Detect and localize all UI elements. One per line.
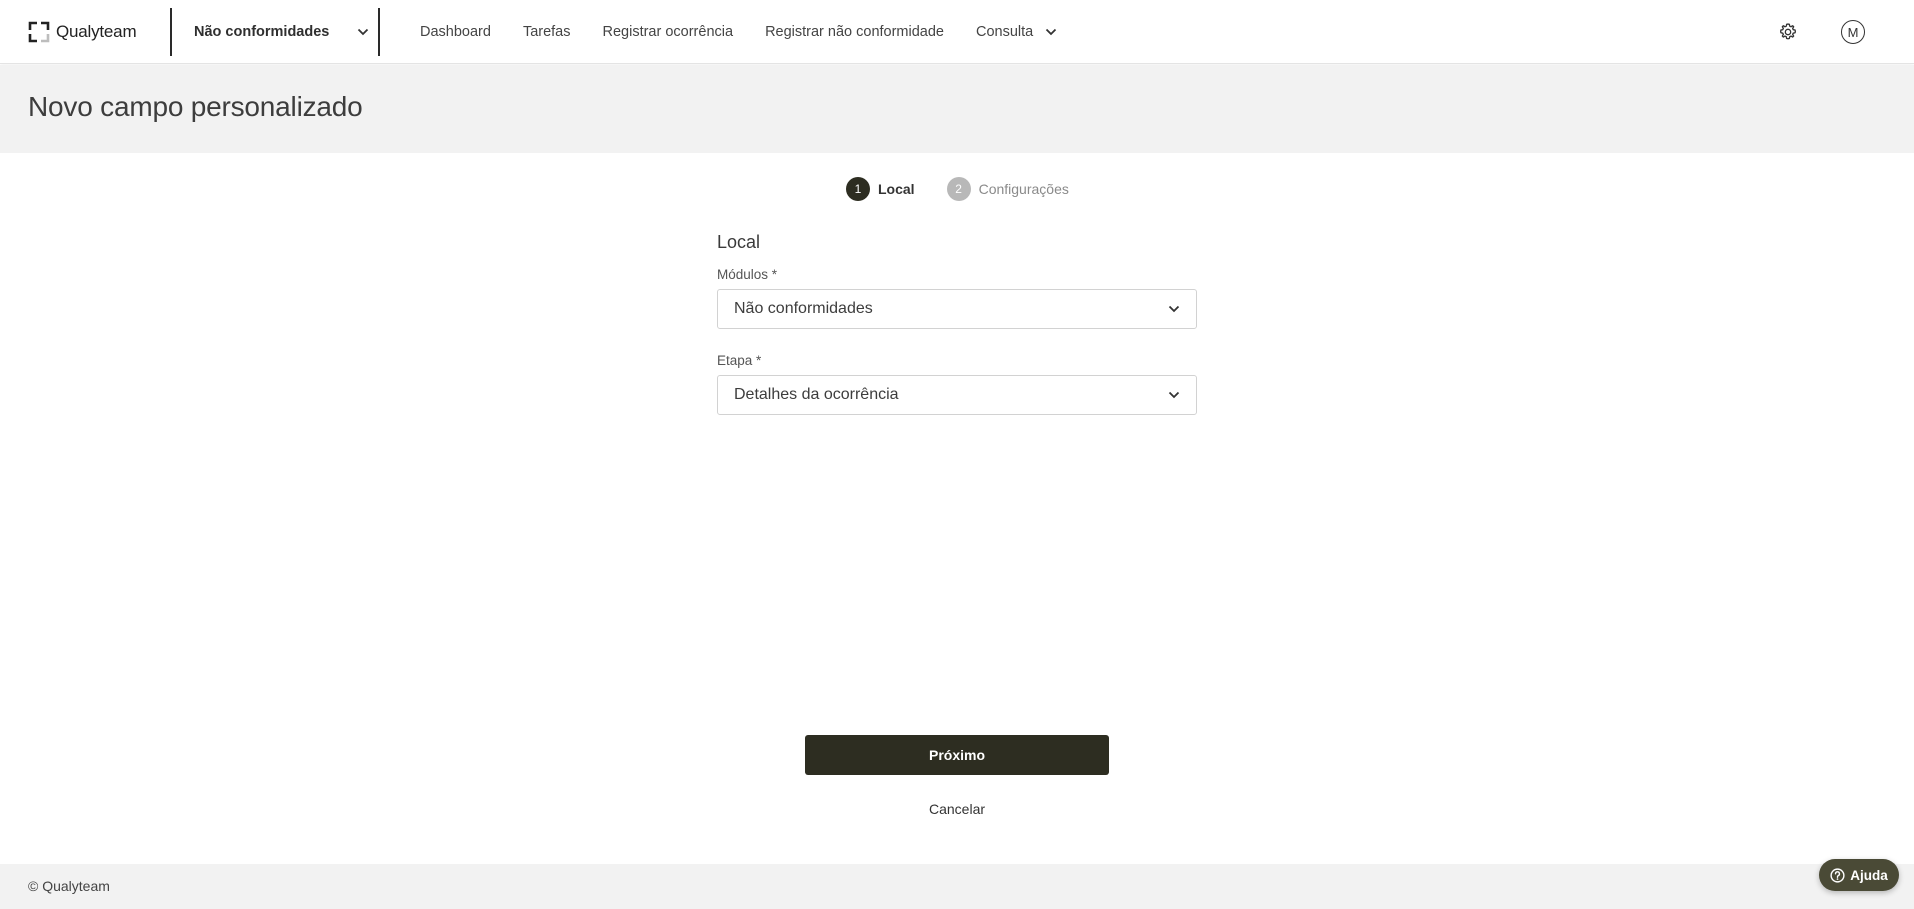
etapa-field: Etapa * Detalhes da ocorrência <box>717 353 1197 415</box>
chevron-down-icon <box>358 28 369 36</box>
gear-icon[interactable] <box>1778 22 1798 42</box>
help-button[interactable]: Ajuda <box>1819 859 1899 891</box>
module-selector-label: Não conformidades <box>194 24 330 40</box>
nav-divider <box>170 8 172 56</box>
etapa-label: Etapa * <box>717 353 762 368</box>
next-button[interactable]: Próximo <box>805 735 1109 775</box>
help-circle-icon <box>1830 867 1845 883</box>
qualyteam-logo-icon <box>28 21 50 43</box>
help-label: Ajuda <box>1850 867 1888 883</box>
modulos-label: Módulos * <box>717 267 778 282</box>
chevron-down-icon <box>1168 305 1180 313</box>
stepper: 1 Local 2 Configurações <box>846 177 1069 201</box>
step-number: 1 <box>846 177 870 201</box>
nav-tarefas[interactable]: Tarefas <box>523 24 571 40</box>
etapa-select-value: Detalhes da ocorrência <box>734 386 899 403</box>
avatar-initial: M <box>1847 24 1859 40</box>
footer: © Qualyteam <box>0 864 1914 909</box>
step-configuracoes[interactable]: 2 Configurações <box>946 177 1069 201</box>
user-avatar[interactable]: M <box>1841 20 1865 44</box>
cancel-button[interactable]: Cancelar <box>929 801 985 817</box>
chevron-down-icon <box>1046 28 1057 36</box>
chevron-down-icon <box>1168 391 1180 399</box>
nav-dashboard[interactable]: Dashboard <box>420 24 491 40</box>
step-local[interactable]: 1 Local <box>846 177 915 201</box>
nav-dashboard-label: Dashboard <box>420 24 491 40</box>
nav-consulta-label: Consulta <box>976 24 1034 40</box>
nav-registrar-nao-conformidade-label: Registrar não conformidade <box>765 24 944 40</box>
step-label: Local <box>878 181 915 197</box>
nav-registrar-nao-conformidade[interactable]: Registrar não conformidade <box>765 24 944 40</box>
page-header: Novo campo personalizado <box>0 65 1914 153</box>
step-number: 2 <box>946 177 971 201</box>
etapa-select[interactable]: Detalhes da ocorrência <box>717 375 1197 415</box>
brand-logo[interactable]: Qualyteam <box>28 20 137 44</box>
module-selector[interactable]: Não conformidades <box>194 22 369 42</box>
nav-registrar-ocorrencia[interactable]: Registrar ocorrência <box>603 24 734 40</box>
modulos-select-value: Não conformidades <box>734 300 873 317</box>
local-form: Local Módulos * Não conformidades Etapa … <box>717 232 1197 439</box>
step-label: Configurações <box>978 181 1069 197</box>
footer-copyright: © Qualyteam <box>28 878 110 894</box>
nav-registrar-ocorrencia-label: Registrar ocorrência <box>602 24 734 40</box>
nav-consulta[interactable]: Consulta <box>976 24 1057 40</box>
nav-tarefas-label: Tarefas <box>522 24 571 40</box>
top-navbar: Qualyteam Não conformidades Dashboard Ta… <box>0 0 1914 64</box>
modulos-select[interactable]: Não conformidades <box>717 289 1197 329</box>
section-title: Local <box>717 232 761 252</box>
brand-name: Qualyteam <box>56 22 137 41</box>
modulos-field: Módulos * Não conformidades <box>717 267 1197 329</box>
cancel-row: Cancelar <box>0 801 1914 817</box>
nav-divider <box>378 8 380 56</box>
page-title: Novo campo personalizado <box>28 91 363 122</box>
main-nav: Dashboard Tarefas Registrar ocorrência R… <box>420 22 1057 42</box>
